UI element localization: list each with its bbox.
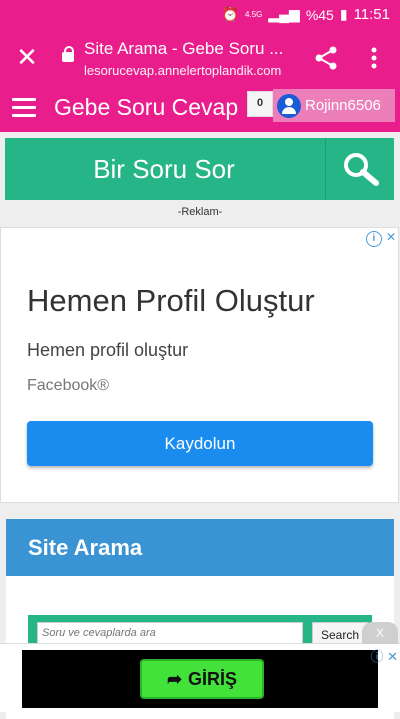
close-icon[interactable]: ✕: [14, 44, 40, 70]
advertisement[interactable]: i ✕ Hemen Profil Oluştur Hemen profil olu…: [0, 227, 399, 503]
ad-brand: Facebook®: [27, 377, 110, 394]
bottom-banner-ad[interactable]: X ➦ GİRİŞ ⓘ ✕: [0, 622, 400, 712]
search-button[interactable]: [325, 138, 395, 200]
ad-subtitle: Hemen profil oluştur: [27, 340, 189, 360]
ask-question-button[interactable]: Bir Soru Sor: [5, 138, 323, 200]
close-ad-button[interactable]: X: [362, 622, 398, 644]
ad-info-icon[interactable]: i ✕: [365, 230, 396, 247]
search-input[interactable]: [37, 622, 303, 644]
more-vert-icon[interactable]: [364, 44, 384, 72]
share-icon[interactable]: [312, 44, 340, 72]
notification-count[interactable]: 0: [247, 91, 273, 117]
login-label: GİRİŞ: [188, 668, 238, 689]
clock: 11:51: [353, 6, 390, 23]
battery-icon: ▮: [339, 6, 348, 22]
page-title[interactable]: Site Arama - Gebe Soru ...: [84, 39, 294, 59]
status-icons: ⏰ 4.5G ▂▄▆ %45 ▮ 11:51: [222, 6, 390, 23]
login-banner-button[interactable]: ➦ GİRİŞ: [140, 659, 264, 699]
share-arrow-icon: ➦: [166, 668, 183, 689]
site-header: Gebe Soru Cevap 0 Rojinn6506: [0, 88, 400, 132]
user-button[interactable]: Rojinn6506: [273, 89, 395, 122]
ask-bar: Bir Soru Sor: [5, 138, 394, 200]
network-indicator: 4.5G: [245, 10, 263, 19]
alarm-icon: ⏰: [221, 6, 240, 22]
site-search-title: Site Arama: [6, 519, 394, 576]
battery-level: %45: [305, 6, 334, 23]
ad-headline: Hemen Profil Oluştur: [27, 283, 315, 318]
ad-label: -Reklam-: [177, 206, 223, 218]
ad-cta-button[interactable]: Kaydolun: [27, 421, 373, 466]
site-name[interactable]: Gebe Soru Cevap: [54, 94, 238, 121]
ad-info-icon[interactable]: ⓘ ✕: [370, 646, 398, 665]
browser-url-bar: ✕ Site Arama - Gebe Soru ... lesorucevap…: [0, 30, 400, 88]
search-icon: [344, 153, 379, 186]
lock-icon: [62, 46, 74, 62]
banner-content[interactable]: ➦ GİRİŞ: [22, 650, 378, 708]
username: Rojinn6506: [305, 97, 381, 114]
status-bar: ⏰ 4.5G ▂▄▆ %45 ▮ 11:51: [0, 0, 400, 30]
page-url[interactable]: lesorucevap.annelertoplandik.com: [84, 63, 281, 78]
menu-icon[interactable]: [12, 98, 36, 118]
user-icon: [277, 93, 301, 118]
signal-icon: ▂▄▆: [268, 6, 300, 22]
